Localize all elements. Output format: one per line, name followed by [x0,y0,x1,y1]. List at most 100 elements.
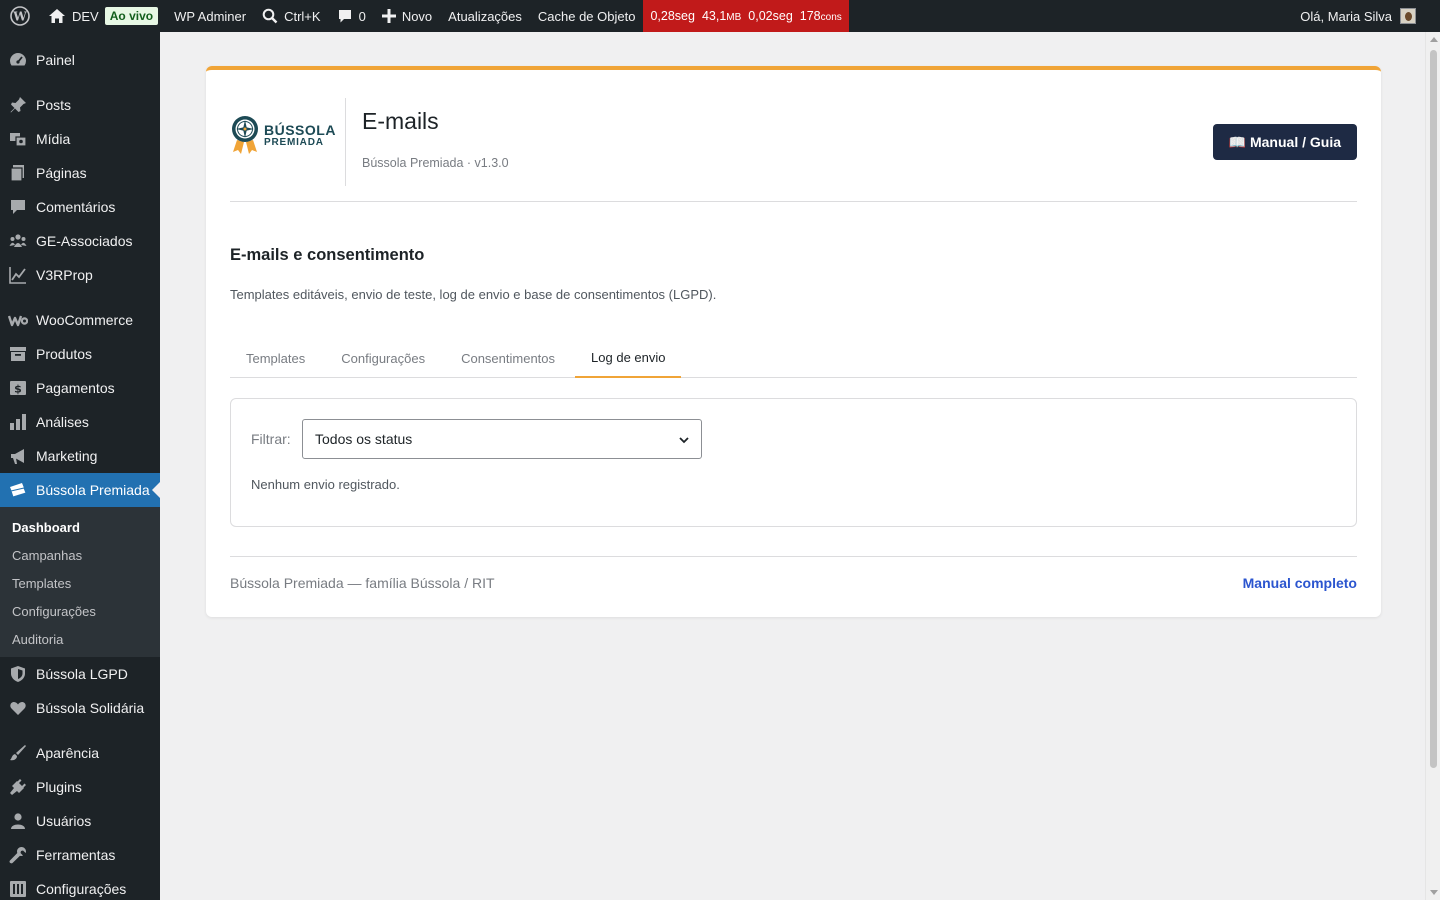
comments-menu[interactable]: 0 [329,0,374,32]
sidebar-item-produtos[interactable]: Produtos [0,337,160,371]
plus-icon [381,9,396,23]
updates-label: Atualizações [448,8,522,24]
sidebar-item-label: GE-Associados [36,233,133,249]
wp-adminer-label: WP Adminer [174,8,247,24]
submenu-auditoria[interactable]: Auditoria [0,625,160,653]
search-shortcut: Ctrl+K [284,8,321,24]
sidebar-item-label: Análises [36,414,89,430]
sidebar-item-comentarios[interactable]: Comentários [0,190,160,224]
tab-configuracoes[interactable]: Configurações [325,338,441,378]
sidebar-item-bussola-solidaria[interactable]: Bússola Solidária [0,691,160,725]
bar-chart-icon [8,412,28,432]
submenu-campanhas[interactable]: Campanhas [0,541,160,569]
new-content-menu[interactable]: Novo [374,0,440,32]
sidebar-item-plugins[interactable]: Plugins [0,770,160,804]
wordpress-logo-menu[interactable]: W [0,0,40,32]
query-monitor-stats[interactable]: 0,28seg 43,1MB 0,02seg 178cons [643,0,849,32]
submenu-templates[interactable]: Templates [0,569,160,597]
comments-count: 0 [358,8,366,24]
sidebar-item-paginas[interactable]: Páginas [0,156,160,190]
sidebar-item-label: Usuários [36,813,92,829]
brush-icon [8,743,28,763]
sidebar-item-label: V3RProp [36,267,93,283]
new-label: Novo [401,8,433,24]
page-scrollbar[interactable] [1425,32,1440,900]
avatar [1400,8,1416,24]
object-cache-label: Cache de Objeto [537,8,636,24]
memory-usage: 43,1MB [701,9,742,23]
sidebar-item-label: Mídia [36,131,71,147]
sidebar-item-painel[interactable]: Painel [0,43,160,77]
scroll-up-arrow[interactable] [1430,37,1438,42]
sidebar-item-analises[interactable]: Análises [0,405,160,439]
wrench-icon [8,845,28,865]
sidebar-item-posts[interactable]: Posts [0,88,160,122]
sidebar-item-aparencia[interactable]: Aparência [0,736,160,770]
woo-icon [8,310,28,330]
page-title: E-mails [362,108,439,134]
groups-icon [8,231,28,251]
sidebar-item-bussola-premiada[interactable]: Bússola Premiada [0,473,160,507]
comment-icon [338,10,351,23]
sidebar-item-marketing[interactable]: Marketing [0,439,160,473]
sidebar-submenu: Dashboard Campanhas Templates Configuraç… [0,507,160,657]
sidebar-item-label: Configurações [36,881,127,897]
megaphone-icon [8,446,28,466]
submenu-dashboard[interactable]: Dashboard [0,513,160,541]
site-name: DEV [72,8,99,24]
object-cache-link[interactable]: Cache de Objeto [530,0,644,32]
sidebar-item-label: Plugins [36,779,82,795]
updates-link[interactable]: Atualizações [440,0,530,32]
sidebar-item-label: Posts [36,97,72,113]
query-count: 178cons [799,9,842,23]
command-search[interactable]: Ctrl+K [254,0,328,32]
account-menu[interactable]: Olá, Maria Silva [1300,0,1440,32]
submenu-configuracoes[interactable]: Configurações [0,597,160,625]
user-greeting: Olá, Maria Silva [1300,8,1392,24]
svg-text:W: W [12,10,27,24]
archive-icon [8,344,28,364]
sidebar-item-woocommerce[interactable]: WooCommerce [0,303,160,337]
footer-credits: Bússola Premiada — família Bússola / RIT [230,575,495,591]
plugin-icon [8,777,28,797]
sidebar-item-pagamentos[interactable]: $ Pagamentos [0,371,160,405]
bussola-premiada-logo: BÚSSOLA PREMIADA [230,114,336,156]
sidebar-item-label: Ferramentas [36,847,116,863]
sidebar-item-usuarios[interactable]: Usuários [0,804,160,838]
tab-log-de-envio[interactable]: Log de envio [575,338,682,378]
sidebar-item-label: Pagamentos [36,380,115,396]
site-name-menu[interactable]: DEV Ao vivo [40,0,166,32]
admin-sidebar: Painel Posts Mídia Páginas Comentários G… [0,32,160,900]
settings-icon [8,879,28,899]
sidebar-item-configuracoes[interactable]: Configurações [0,872,160,900]
scrollbar-thumb[interactable] [1430,50,1437,768]
sidebar-item-ferramentas[interactable]: Ferramentas [0,838,160,872]
page-time: 0,28seg [650,9,695,23]
tickets-icon [8,480,28,500]
status-filter-select[interactable]: Todos os status [302,419,702,459]
wp-adminer-link[interactable]: WP Adminer [166,0,254,32]
send-log-panel: Filtrar: Todos os status Nenhum envio re… [230,398,1357,527]
scroll-down-arrow[interactable] [1430,890,1438,895]
card-footer: Bússola Premiada — família Bússola / RIT… [230,556,1357,596]
sidebar-item-midia[interactable]: Mídia [0,122,160,156]
sidebar-item-label: Bússola Premiada [36,482,150,498]
manual-guide-button[interactable]: 📖 Manual / Guia [1212,124,1357,160]
comment-icon [8,197,28,217]
dashboard-icon [8,50,28,70]
tab-templates[interactable]: Templates [230,338,321,378]
sidebar-item-label: Aparência [36,745,100,761]
empty-log-message: Nenhum envio registrado. [251,477,400,492]
sidebar-item-label: Marketing [36,448,98,464]
live-badge: Ao vivo [104,7,159,25]
tab-consentimentos[interactable]: Consentimentos [445,338,571,378]
sidebar-item-bussola-lgpd[interactable]: Bússola LGPD [0,657,160,691]
sidebar-item-ge-associados[interactable]: GE-Associados [0,224,160,258]
sidebar-item-v3rprop[interactable]: V3RProp [0,258,160,292]
sidebar-item-label: WooCommerce [36,312,133,328]
media-icon [8,129,28,149]
header-divider [345,98,346,186]
search-icon [262,8,278,24]
sidebar-item-label: Produtos [36,346,93,362]
full-manual-link[interactable]: Manual completo [1243,575,1357,591]
